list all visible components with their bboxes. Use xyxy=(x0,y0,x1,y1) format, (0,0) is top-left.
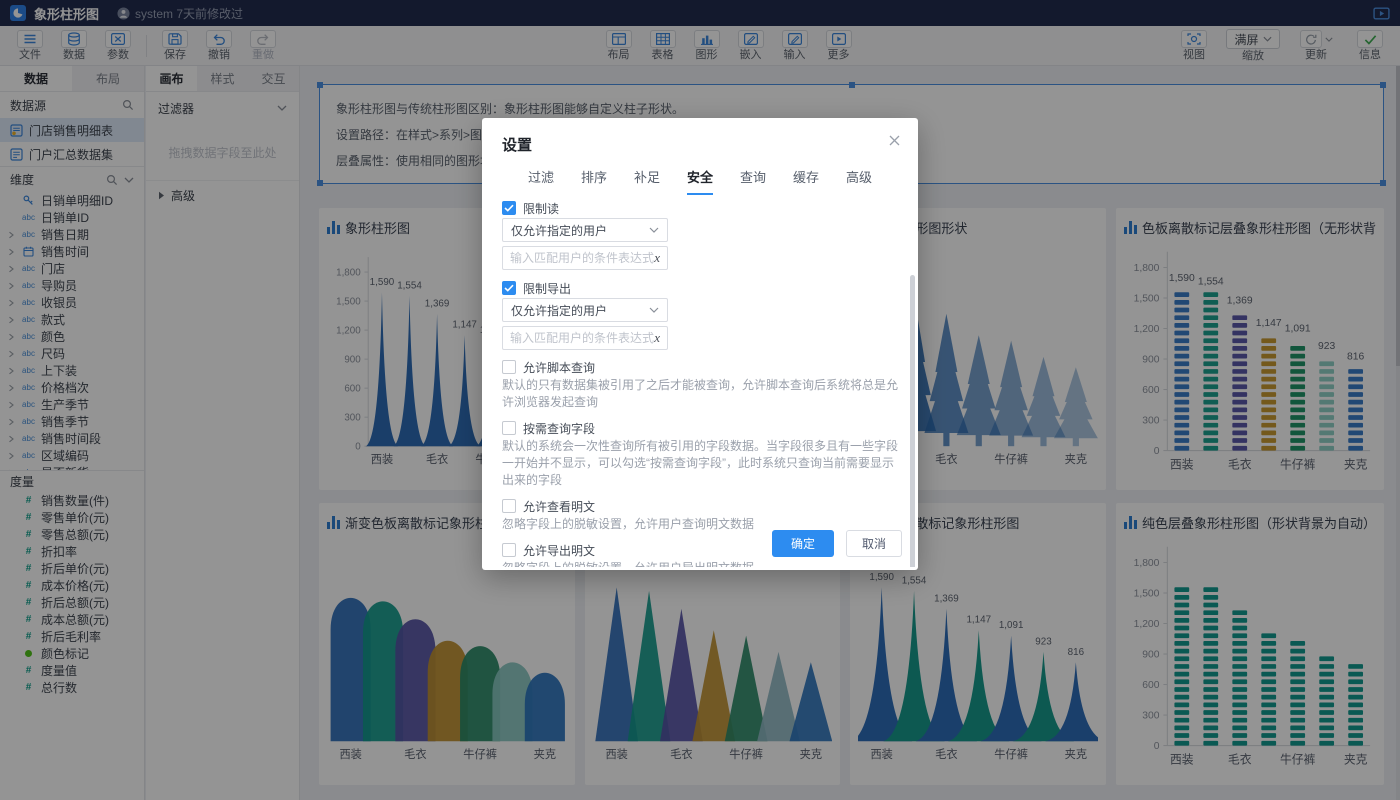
restrict-export-checkbox[interactable]: 限制导出 xyxy=(502,281,898,296)
checkbox-unchecked-icon[interactable] xyxy=(502,360,516,374)
settings-modal: 设置 过滤排序补足安全查询缓存高级 限制读 仅允许指定的用户 x 限制导出 仅允… xyxy=(482,118,918,570)
ok-button[interactable]: 确定 xyxy=(771,530,834,557)
checkbox-unchecked-icon[interactable] xyxy=(502,421,516,435)
checkbox-checked-icon[interactable] xyxy=(502,201,516,215)
modal-tabs: 过滤 排序 补足 安全 查询 缓存 高级 xyxy=(502,167,898,195)
checkbox-label: 允许脚本查询 xyxy=(523,360,596,375)
option-checkbox[interactable]: 允许脚本查询 xyxy=(502,360,898,375)
modal-tab-过滤[interactable]: 过滤 xyxy=(528,167,554,195)
expression-input[interactable] xyxy=(510,331,655,345)
modal-header: 设置 过滤 排序 补足 安全 查询 缓存 高级 xyxy=(482,118,918,195)
modal-tab-补足[interactable]: 补足 xyxy=(634,167,660,195)
chevron-down-icon xyxy=(649,227,659,233)
select-value: 仅允许指定的用户 xyxy=(511,223,608,238)
option-description: 默认的系统会一次性查询所有被引用的字段数据。当字段很多且有一些字段一开始并不显示… xyxy=(502,439,899,487)
modal-tab-排序[interactable]: 排序 xyxy=(581,167,607,195)
checkbox-label: 按需查询字段 xyxy=(523,421,596,436)
checkbox-label: 允许导出明文 xyxy=(523,543,596,558)
restrict-export-expression-field[interactable]: x xyxy=(502,326,668,350)
restrict-export-user-select[interactable]: 仅允许指定的用户 xyxy=(502,298,668,322)
option-description: 忽略字段上的脱敏设置，允许用户导出明文数据 xyxy=(502,560,898,567)
chevron-down-icon xyxy=(649,307,659,313)
modal-tab-缓存[interactable]: 缓存 xyxy=(793,167,819,195)
option-description: 默认的只有数据集被引用了之后才能被查询，允许脚本查询后系统将总是允许浏览器发起查… xyxy=(502,378,899,409)
modal-tab-查询[interactable]: 查询 xyxy=(740,167,766,195)
checkbox-label: 允许查看明文 xyxy=(523,499,596,514)
close-icon[interactable] xyxy=(886,132,902,148)
option-checkbox[interactable]: 按需查询字段 xyxy=(502,421,898,436)
modal-tab-高级[interactable]: 高级 xyxy=(846,167,872,195)
checkbox-label: 限制导出 xyxy=(523,281,572,296)
modal-title: 设置 xyxy=(502,137,533,154)
modal-tab-安全[interactable]: 安全 xyxy=(686,167,713,195)
modal-scrollbar-thumb[interactable] xyxy=(910,275,915,567)
checkbox-unchecked-icon[interactable] xyxy=(502,543,516,557)
checkbox-checked-icon[interactable] xyxy=(502,281,516,295)
restrict-read-expression-field[interactable]: x xyxy=(502,246,668,270)
checkbox-label: 限制读 xyxy=(523,201,560,216)
checkbox-unchecked-icon[interactable] xyxy=(502,499,516,513)
select-value: 仅允许指定的用户 xyxy=(511,303,608,318)
formula-icon[interactable]: x xyxy=(654,330,660,346)
restrict-read-checkbox[interactable]: 限制读 xyxy=(502,201,898,216)
modal-body: 限制读 仅允许指定的用户 x 限制导出 仅允许指定的用户 x 允许脚本查询默认的… xyxy=(482,195,918,567)
cancel-button[interactable]: 取消 xyxy=(845,530,902,557)
restrict-read-user-select[interactable]: 仅允许指定的用户 xyxy=(502,218,668,242)
formula-icon[interactable]: x xyxy=(654,250,660,266)
option-checkbox[interactable]: 允许查看明文 xyxy=(502,499,898,514)
modal-footer: 确定 取消 xyxy=(771,530,902,557)
expression-input[interactable] xyxy=(510,251,655,265)
